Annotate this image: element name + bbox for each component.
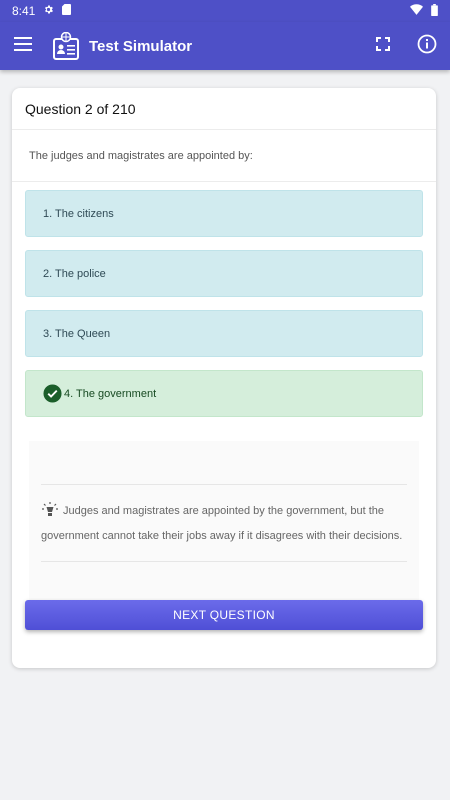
question-counter: Question 2 of 210 xyxy=(12,88,436,130)
sd-card-icon xyxy=(62,4,72,18)
answer-label: 3. The Queen xyxy=(43,327,111,340)
status-time: 8:41 xyxy=(12,4,36,18)
app-bar: Test Simulator xyxy=(0,22,450,70)
menu-icon xyxy=(14,36,32,56)
info-icon xyxy=(417,34,437,59)
explanation-text: Judges and magistrates are appointed by … xyxy=(41,505,403,542)
answer-label: 4. The government xyxy=(64,387,157,400)
battery-icon xyxy=(431,3,438,19)
answer-option-3[interactable]: 3. The Queen xyxy=(25,310,423,357)
question-text: The judges and magistrates are appointed… xyxy=(12,130,436,182)
lightbulb-icon xyxy=(41,501,59,517)
question-card: Question 2 of 210 The judges and magistr… xyxy=(12,88,436,668)
answer-option-1[interactable]: 1. The citizens xyxy=(25,190,423,237)
wifi-icon xyxy=(410,4,423,18)
info-button[interactable] xyxy=(410,29,444,63)
answer-list: 1. The citizens 2. The police 3. The Que… xyxy=(12,182,436,417)
fullscreen-icon xyxy=(376,36,390,56)
answer-option-4[interactable]: 4. The government xyxy=(25,370,423,417)
app-logo-icon xyxy=(53,32,79,60)
check-circle-icon xyxy=(43,384,62,403)
answer-option-2[interactable]: 2. The police xyxy=(25,250,423,297)
answer-label: 2. The police xyxy=(43,267,106,280)
fullscreen-button[interactable] xyxy=(366,29,400,63)
app-title: Test Simulator xyxy=(89,37,193,55)
answer-label: 1. The citizens xyxy=(43,207,114,220)
status-bar: 8:41 xyxy=(0,0,450,22)
next-question-button[interactable]: NEXT QUESTION xyxy=(25,600,423,630)
explanation-box: Judges and magistrates are appointed by … xyxy=(29,441,419,605)
menu-button[interactable] xyxy=(3,26,43,66)
settings-icon xyxy=(43,4,54,18)
